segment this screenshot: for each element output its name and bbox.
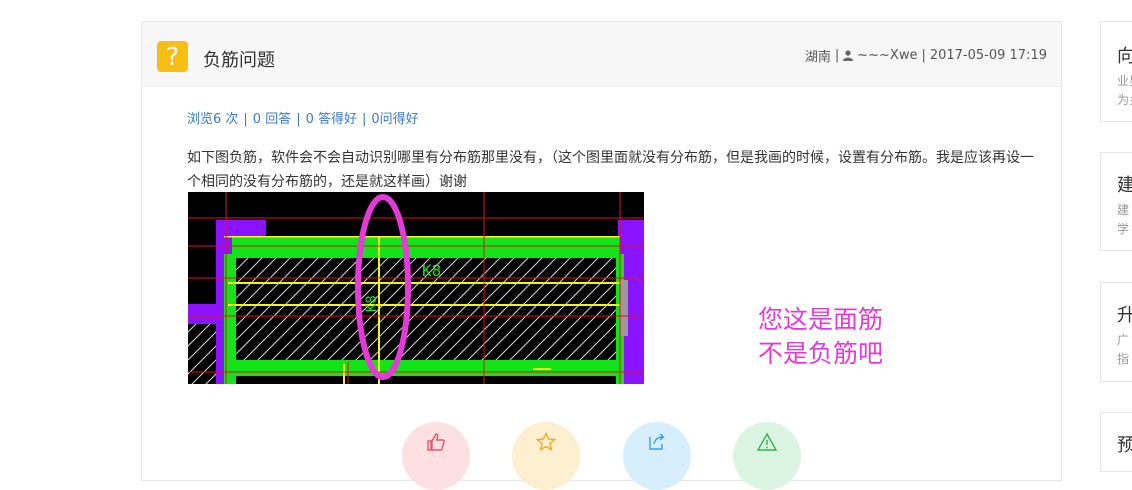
sidebar-card-title: 预: [1117, 431, 1132, 457]
cad-label-k8: K8: [422, 261, 441, 280]
annotation-line-2: 不是负筋吧: [758, 339, 883, 368]
sidebar-card-4[interactable]: 预: [1100, 412, 1132, 472]
question-body: 如下图负筋，软件会不会自动识别哪里有分布筋那里没有，（这个图里面就没有分布筋，但…: [187, 150, 1034, 190]
username-link[interactable]: ~~~Xwe: [857, 48, 917, 63]
star-icon: [536, 432, 556, 452]
good-answers-count[interactable]: 0 答得好: [306, 112, 357, 127]
report-button[interactable]: [733, 422, 801, 490]
question-stats: 浏览6 次 | 0 回答 | 0 答得好 | 0问得好: [187, 108, 419, 127]
sidebar-card-text: 业男: [1117, 74, 1132, 88]
share-icon: [649, 433, 665, 450]
favorite-button[interactable]: [512, 422, 580, 490]
answers-count[interactable]: 0 回答: [253, 112, 291, 127]
meta-separator: |: [834, 48, 840, 63]
sidebar-card-title: 建: [1117, 171, 1132, 197]
like-button[interactable]: [402, 422, 470, 490]
question-meta: 湖南 | ~~~Xwe | 2017-05-09 17:19: [805, 46, 1047, 65]
sidebar-card-text: 建: [1117, 203, 1130, 217]
sidebar-card-text: 学: [1117, 222, 1130, 236]
sidebar-card-text: 为乡: [1117, 93, 1132, 107]
cad-label-k8-vertical: K8: [364, 295, 380, 312]
question-header: ? 负筋问题 湖南 | ~~~Xwe | 2017-05-09 17:19: [142, 22, 1061, 87]
sidebar-card-text: 指: [1117, 352, 1130, 366]
annotation-text: 您这是面筋 不是负筋吧: [758, 305, 883, 368]
question-mark-icon: ?: [157, 41, 188, 72]
sidebar-card-title: 向: [1117, 42, 1132, 68]
share-button[interactable]: [623, 422, 691, 490]
annotation-line-1: 您这是面筋: [758, 305, 883, 334]
question-date: 2017-05-09 17:19: [929, 48, 1047, 63]
cad-drawing-image[interactable]: K8 K8: [188, 192, 644, 384]
sidebar-card-text: 广: [1117, 333, 1130, 347]
user-icon: [843, 50, 854, 61]
meta-separator: |: [921, 48, 926, 63]
good-questions-count[interactable]: 0问得好: [371, 112, 418, 127]
sidebar-card-2[interactable]: 建 建 学: [1100, 152, 1132, 251]
question-card: ? 负筋问题 湖南 | ~~~Xwe | 2017-05-09 17:19 浏览…: [141, 21, 1062, 490]
stats-separator: |: [362, 112, 367, 127]
stats-separator: |: [243, 112, 248, 127]
sidebar-card-title: 升: [1117, 301, 1132, 327]
stats-separator: |: [296, 112, 301, 127]
question-title: 负筋问题: [203, 50, 275, 71]
warning-icon: [757, 432, 777, 451]
sidebar-card-3[interactable]: 升 广 指: [1100, 282, 1132, 382]
views-count[interactable]: 浏览6 次: [187, 112, 238, 127]
region-label: 湖南: [804, 50, 831, 65]
action-bar: [142, 422, 1061, 490]
sidebar-card-1[interactable]: 向 业男 为乡: [1100, 21, 1132, 122]
thumbs-up-icon: [427, 433, 445, 451]
